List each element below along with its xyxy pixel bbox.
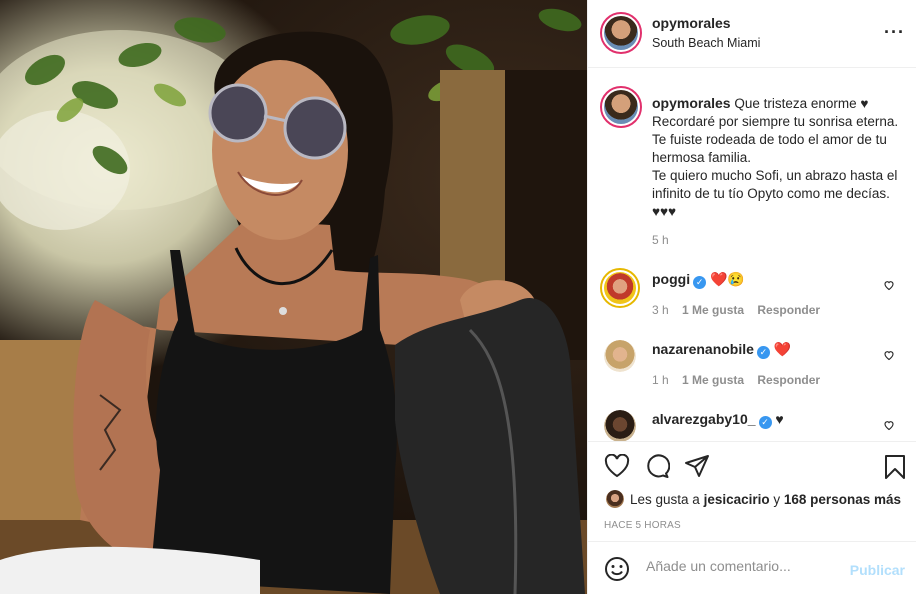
post-caption: opymorales Que tristeza enorme ♥ Recorda… <box>652 94 902 221</box>
likes-prefix: Les gusta a <box>630 492 700 507</box>
verified-badge-icon: ✓ <box>756 346 770 359</box>
post-actions: Les gusta a jesicacirio y 168 personas m… <box>588 441 916 541</box>
avatar-image <box>604 16 638 50</box>
avatar-image <box>604 410 636 441</box>
commenter-username[interactable]: nazarenanobile <box>652 341 754 357</box>
comment-likes[interactable]: 1 Me gusta <box>682 373 744 387</box>
caption-author-avatar[interactable] <box>600 86 642 128</box>
add-comment-bar: Publicar <box>588 541 916 594</box>
author-avatar[interactable] <box>600 12 642 54</box>
comment-text: ♥ <box>775 411 784 427</box>
comment-time[interactable]: 3 h <box>652 303 669 317</box>
bookmark-icon[interactable] <box>884 454 906 480</box>
verified-badge-icon: ✓ <box>758 416 772 429</box>
heart-icon[interactable] <box>604 454 630 478</box>
comment-body: alvarezgaby10_ ✓ ♥ <box>652 411 784 429</box>
comment-meta: 1 h 1 Me gusta Responder <box>652 373 830 387</box>
commenter-username[interactable]: poggi <box>652 271 690 287</box>
comment-like-heart-icon[interactable] <box>883 349 895 361</box>
more-horizontal-icon[interactable]: ··· <box>884 22 905 43</box>
comment-icon[interactable] <box>644 454 670 478</box>
instagram-post: opymorales South Beach Miami ··· opymora… <box>0 0 916 594</box>
comment-body: nazarenanobile ✓ ❤️ <box>652 341 791 359</box>
comment-like-heart-icon[interactable] <box>883 419 895 431</box>
comment-text: ❤️😢 <box>710 271 745 287</box>
comment-text: ❤️ <box>773 341 792 357</box>
avatar-image <box>606 490 624 508</box>
publish-button[interactable]: Publicar <box>850 562 905 578</box>
photo-illustration <box>0 8 587 594</box>
post-header: opymorales South Beach Miami ··· <box>588 0 916 68</box>
reply-button[interactable]: Responder <box>757 373 820 387</box>
avatar-image <box>604 90 638 124</box>
verified-badge-icon: ✓ <box>693 276 707 289</box>
add-comment-input[interactable] <box>644 557 848 575</box>
reply-button[interactable]: Responder <box>757 303 820 317</box>
caption-line-3: Te quiero mucho Sofi, un abrazo hasta el… <box>652 168 898 219</box>
comment-body: poggi ✓ ❤️😢 <box>652 271 745 289</box>
commenter-avatar[interactable] <box>604 340 636 372</box>
post-photo[interactable] <box>0 0 587 594</box>
author-username[interactable]: opymorales <box>652 15 731 31</box>
comment-likes[interactable]: 1 Me gusta <box>682 303 744 317</box>
comment-like-heart-icon[interactable] <box>883 279 895 291</box>
post-time-ago[interactable]: HACE 5 HORAS <box>604 520 681 531</box>
comment-row: alvarezgaby10_ ✓ ♥ <box>588 408 916 441</box>
commenter-avatar[interactable] <box>600 268 640 308</box>
comment-meta: 3 h 1 Me gusta Responder <box>652 303 830 317</box>
commenter-username[interactable]: alvarezgaby10_ <box>652 411 756 427</box>
likes-summary: Les gusta a jesicacirio y 168 personas m… <box>630 492 901 507</box>
caption-line-2: Recordaré por siempre tu sonrisa eterna.… <box>652 114 899 165</box>
likes-user[interactable]: jesicacirio <box>704 492 770 507</box>
avatar-image <box>604 272 636 304</box>
avatar-image <box>604 340 636 372</box>
post-side-panel: opymorales South Beach Miami ··· opymora… <box>587 0 916 594</box>
caption-username[interactable]: opymorales <box>652 95 731 111</box>
likes-others[interactable]: 168 personas más <box>784 492 901 507</box>
post-location[interactable]: South Beach Miami <box>652 36 760 50</box>
emoji-icon[interactable] <box>604 556 630 582</box>
likes-connector: y <box>773 492 781 507</box>
comment-time[interactable]: 1 h <box>652 373 669 387</box>
share-icon[interactable] <box>684 454 710 478</box>
caption-timestamp[interactable]: 5 h <box>652 233 669 247</box>
commenter-avatar[interactable] <box>604 410 636 441</box>
caption-line-1: Que tristeza enorme ♥ <box>734 96 869 111</box>
liker-avatar[interactable] <box>606 490 624 508</box>
